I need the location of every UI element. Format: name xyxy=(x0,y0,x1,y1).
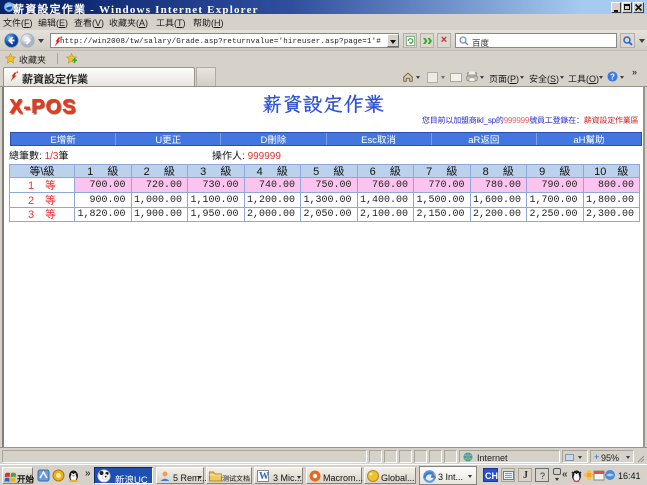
svg-text:?: ? xyxy=(610,72,615,81)
